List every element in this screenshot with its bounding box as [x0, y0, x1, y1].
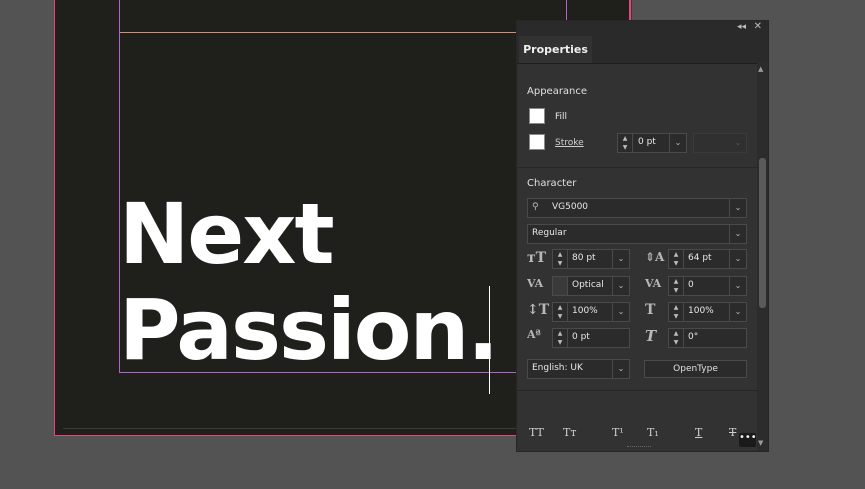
headline-text-frame[interactable]: Next Passion. — [119, 186, 499, 378]
tab-properties[interactable]: Properties — [519, 36, 592, 63]
stroke-link[interactable]: Stroke — [555, 138, 584, 148]
chevron-down-icon[interactable]: ⌄ — [729, 303, 746, 321]
column-guide — [566, 0, 567, 22]
collapse-panel-icon[interactable]: ◂◂ — [737, 21, 746, 33]
underline-icon[interactable]: T — [695, 426, 702, 439]
chevron-down-icon[interactable]: ⌄ — [730, 134, 746, 152]
font-size-icon: ᴛT — [527, 250, 547, 266]
fill-swatch[interactable] — [529, 108, 545, 124]
skew-value[interactable]: 0° — [688, 332, 698, 342]
stroke-weight-value[interactable]: 0 pt — [638, 137, 656, 147]
kerning-stepper[interactable] — [553, 277, 568, 295]
tracking-icon: VA — [645, 277, 662, 290]
stroke-swatch[interactable] — [529, 134, 545, 150]
tracking-field[interactable]: ▲ ▼ 0 ⌄ — [668, 276, 747, 296]
all-caps-icon[interactable]: TT — [529, 426, 544, 439]
vertical-scale-value[interactable]: 100% — [572, 306, 598, 316]
scrollbar-thumb[interactable] — [759, 158, 766, 308]
panel-scrollbar[interactable]: ▲ ▼ — [757, 63, 768, 451]
language-value[interactable]: English: UK — [532, 363, 583, 373]
appearance-section-title: Appearance — [527, 86, 588, 97]
vertical-scale-field[interactable]: ▲ ▼ 100% ⌄ — [552, 302, 630, 322]
headline-line-2[interactable]: Passion. — [119, 282, 499, 378]
font-size-value[interactable]: 80 pt — [572, 253, 596, 263]
fill-label: Fill — [555, 112, 568, 122]
leading-value[interactable]: 64 pt — [688, 253, 712, 263]
close-icon[interactable]: ✕ — [754, 21, 762, 33]
vertical-scale-icon: ↕T — [527, 302, 550, 318]
baseline-shift-icon: Aª — [527, 328, 541, 341]
leading-icon: ⇕A — [645, 250, 665, 264]
section-divider — [517, 167, 758, 168]
tracking-value[interactable]: 0 — [688, 280, 694, 290]
text-cursor — [489, 286, 490, 394]
leading-stepper[interactable]: ▲ ▼ — [669, 250, 684, 268]
stroke-weight-field[interactable]: ▲ ▼ 0 pt ⌄ — [617, 133, 687, 153]
font-style-value[interactable]: Regular — [532, 228, 567, 238]
language-dropdown[interactable]: English: UK ⌄ — [527, 359, 630, 379]
stroke-type-dropdown[interactable]: ⌄ — [693, 133, 747, 153]
chevron-down-icon[interactable]: ⌄ — [729, 277, 746, 295]
vertical-scale-stepper[interactable]: ▲ ▼ — [553, 303, 568, 321]
panel-resize-grip[interactable] — [627, 446, 651, 450]
section-divider — [517, 390, 758, 391]
chevron-down-icon[interactable]: ⌄ — [729, 250, 746, 268]
kerning-value[interactable]: Optical — [572, 280, 604, 290]
superscript-icon[interactable]: T¹ — [612, 426, 624, 439]
chevron-down-icon[interactable]: ⌄ — [729, 199, 746, 217]
kerning-icon: VA — [527, 277, 544, 290]
scroll-up-icon[interactable]: ▲ — [758, 65, 763, 73]
horizontal-scale-icon: T — [645, 302, 656, 318]
headline-line-1[interactable]: Next — [119, 186, 497, 282]
kerning-field[interactable]: Optical ⌄ — [552, 276, 630, 296]
bleed-guide — [630, 0, 631, 20]
subscript-icon[interactable]: T₁ — [647, 426, 659, 439]
font-size-field[interactable]: ▲ ▼ 80 pt ⌄ — [552, 249, 630, 269]
character-section-title: Character — [527, 178, 577, 189]
chevron-down-icon[interactable]: ⌄ — [612, 277, 629, 295]
font-size-stepper[interactable]: ▲ ▼ — [553, 250, 568, 268]
chevron-down-icon[interactable]: ⌄ — [612, 360, 629, 378]
baseline-shift-value[interactable]: 0 pt — [572, 332, 590, 342]
skew-icon: T — [645, 327, 657, 345]
horizontal-guide — [119, 32, 519, 33]
chevron-down-icon[interactable]: ⌄ — [612, 250, 629, 268]
panel-header-strip: ◂◂ ✕ — [517, 21, 768, 33]
horizontal-scale-value[interactable]: 100% — [688, 306, 714, 316]
strikethrough-icon[interactable]: T — [729, 426, 736, 439]
font-style-field[interactable]: Regular ⌄ — [527, 224, 747, 244]
skew-field[interactable]: ▲ ▼ 0° — [668, 328, 747, 348]
scroll-down-icon[interactable]: ▼ — [758, 439, 763, 447]
baseline-shift-stepper[interactable]: ▲ ▼ — [553, 329, 568, 347]
opentype-button[interactable]: OpenType — [644, 360, 747, 378]
stroke-weight-stepper[interactable]: ▲ ▼ — [618, 134, 633, 152]
search-icon: ⚲ — [532, 202, 539, 212]
chevron-down-icon[interactable]: ⌄ — [612, 303, 629, 321]
font-family-field[interactable]: ⚲ VG5000 ⌄ — [527, 198, 747, 218]
properties-panel: ◂◂ ✕ Properties ▲ ▼ Appearance Fill Stro… — [516, 20, 769, 452]
chevron-down-icon[interactable]: ⌄ — [669, 134, 686, 152]
baseline-shift-field[interactable]: ▲ ▼ 0 pt — [552, 328, 630, 348]
tracking-stepper[interactable]: ▲ ▼ — [669, 277, 684, 295]
horizontal-scale-stepper[interactable]: ▲ ▼ — [669, 303, 684, 321]
leading-field[interactable]: ▲ ▼ 64 pt ⌄ — [668, 249, 747, 269]
panel-tabbar: Properties — [517, 33, 768, 64]
horizontal-scale-field[interactable]: ▲ ▼ 100% ⌄ — [668, 302, 747, 322]
more-options-icon[interactable]: ••• — [739, 433, 757, 447]
small-caps-icon[interactable]: Tᴛ — [563, 426, 576, 439]
skew-stepper[interactable]: ▲ ▼ — [669, 329, 684, 347]
chevron-down-icon[interactable]: ⌄ — [729, 225, 746, 243]
font-family-value[interactable]: VG5000 — [552, 202, 588, 212]
